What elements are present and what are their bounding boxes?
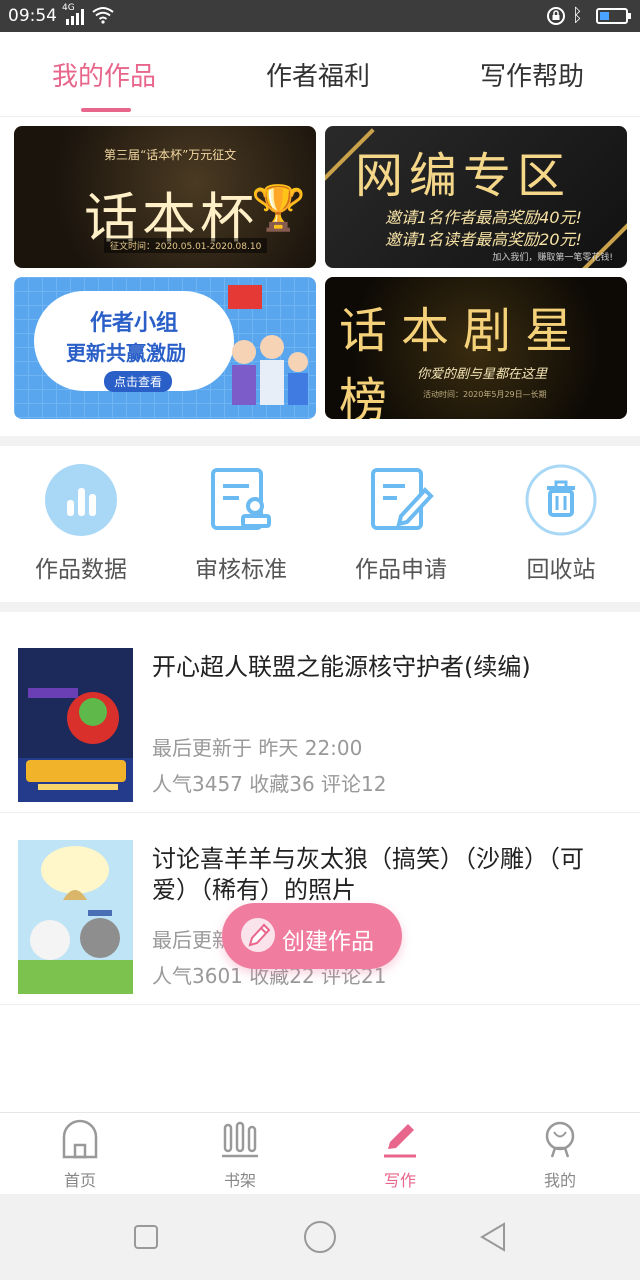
profile-icon — [545, 1121, 575, 1158]
nav-write[interactable]: 写作 — [355, 1119, 445, 1191]
bottom-nav: 首页 书架 写作 我的 — [0, 1112, 640, 1195]
write-icon — [384, 1124, 416, 1158]
section-divider — [0, 436, 640, 446]
nav-label: 写作 — [383, 1171, 416, 1190]
back-icon[interactable] — [478, 1222, 508, 1252]
shortcut-label: 作品申请 — [355, 557, 447, 583]
banner-title: 作者小组 — [90, 311, 179, 336]
banner-title: 网编专区 — [355, 148, 572, 204]
banner-line: 邀请1名读者最高奖励20元! — [385, 230, 582, 249]
home-button-icon[interactable] — [303, 1220, 337, 1254]
banner-subtitle: 更新共赢激励 — [66, 341, 186, 365]
nav-label: 我的 — [543, 1171, 576, 1190]
battery-icon — [596, 8, 631, 24]
pencil-icon — [241, 918, 275, 952]
banner-drama-stars[interactable]: 话本剧星榜 你爱的剧与星都在这里 活动时间：2020年5月29日—长期 — [325, 277, 627, 419]
work-item[interactable]: 开心超人联盟之能源核守护者(续编) 最后更新于 昨天 22:00 人气3457 … — [0, 620, 640, 813]
tab-author-benefits[interactable]: 作者福利 — [266, 56, 370, 93]
banner-subtitle: 第三届“话本杯”万元征文 — [104, 148, 237, 162]
work-cover — [18, 648, 133, 802]
tab-indicator — [81, 108, 131, 112]
flag-icon — [228, 285, 262, 309]
apply-edit-icon — [365, 464, 437, 536]
trash-icon — [525, 464, 597, 536]
work-cover — [18, 840, 133, 994]
nav-mine[interactable]: 我的 — [515, 1119, 605, 1191]
trophy-icon: 🏆 — [251, 183, 306, 234]
nav-label: 书架 — [223, 1171, 256, 1190]
nav-bookshelf[interactable]: 书架 — [195, 1119, 285, 1191]
work-title[interactable]: 开心超人联盟之能源核守护者(续编) — [152, 652, 612, 683]
banner-line: 你爱的剧与星都在这里 — [417, 367, 548, 382]
status-bar: 09:54 4G ᛒ — [0, 0, 640, 32]
tab-my-works[interactable]: 我的作品 — [52, 56, 156, 93]
bar-chart-icon — [45, 464, 117, 536]
banner-foot: 加入我们，赚取第一笔零花钱! — [492, 253, 613, 263]
shortcut-recycle-bin[interactable]: 回收站 — [506, 464, 616, 584]
people-illustration — [232, 335, 308, 405]
shortcut-row: 作品数据 审核标准 作品申请 回收站 — [0, 446, 640, 602]
banner-line: 邀请1名作者最高奖励40元! — [385, 208, 582, 227]
wifi-icon — [92, 7, 114, 24]
recent-apps-icon[interactable] — [133, 1224, 159, 1250]
bookshelf-icon — [222, 1121, 258, 1158]
work-stats: 人气3457 收藏36 评论12 — [152, 772, 387, 796]
nav-home[interactable]: 首页 — [35, 1119, 125, 1191]
work-title[interactable]: 讨论喜羊羊与灰太狼（搞笑）（沙雕）（可爱）（稀有）的照片 — [152, 844, 612, 906]
shortcut-label: 作品数据 — [35, 557, 127, 583]
bluetooth-icon: ᛒ — [572, 5, 583, 26]
nav-label: 首页 — [63, 1171, 96, 1190]
shortcut-label: 审核标准 — [195, 557, 287, 583]
rotation-lock-icon — [547, 7, 565, 25]
top-tabs: 我的作品 作者福利 写作帮助 — [0, 32, 640, 117]
signal-icon — [66, 9, 84, 25]
review-standard-icon — [205, 464, 277, 536]
banner-foot: 活动时间：2020年5月29日—长期 — [423, 390, 547, 399]
clock: 09:54 — [8, 6, 57, 26]
shortcut-label: 回收站 — [526, 557, 596, 583]
banner-author-group[interactable]: 作者小组 更新共赢激励 点击查看 — [14, 277, 316, 419]
create-work-button[interactable]: 创建作品 — [222, 903, 402, 969]
shortcut-works-data[interactable]: 作品数据 — [26, 464, 136, 584]
banner-huaben-cup[interactable]: 第三届“话本杯”万元征文 话本杯 征文时间：2020.05.01-2020.08… — [14, 126, 316, 268]
shortcut-works-apply[interactable]: 作品申请 — [346, 464, 456, 584]
home-icon — [62, 1119, 98, 1159]
create-work-label: 创建作品 — [282, 929, 374, 955]
work-updated: 最后更新于 昨天 22:00 — [152, 736, 363, 760]
tab-writing-help[interactable]: 写作帮助 — [480, 56, 584, 93]
banner-date: 征文时间：2020.05.01-2020.08.10 — [104, 238, 268, 253]
system-nav-bar — [0, 1194, 640, 1280]
section-divider — [0, 602, 640, 612]
banner-editor-zone[interactable]: 网编专区 邀请1名作者最高奖励40元! 邀请1名读者最高奖励20元! 加入我们，… — [325, 126, 627, 268]
banner-view-button[interactable]: 点击查看 — [104, 371, 173, 392]
shortcut-review-standard[interactable]: 审核标准 — [186, 464, 296, 584]
